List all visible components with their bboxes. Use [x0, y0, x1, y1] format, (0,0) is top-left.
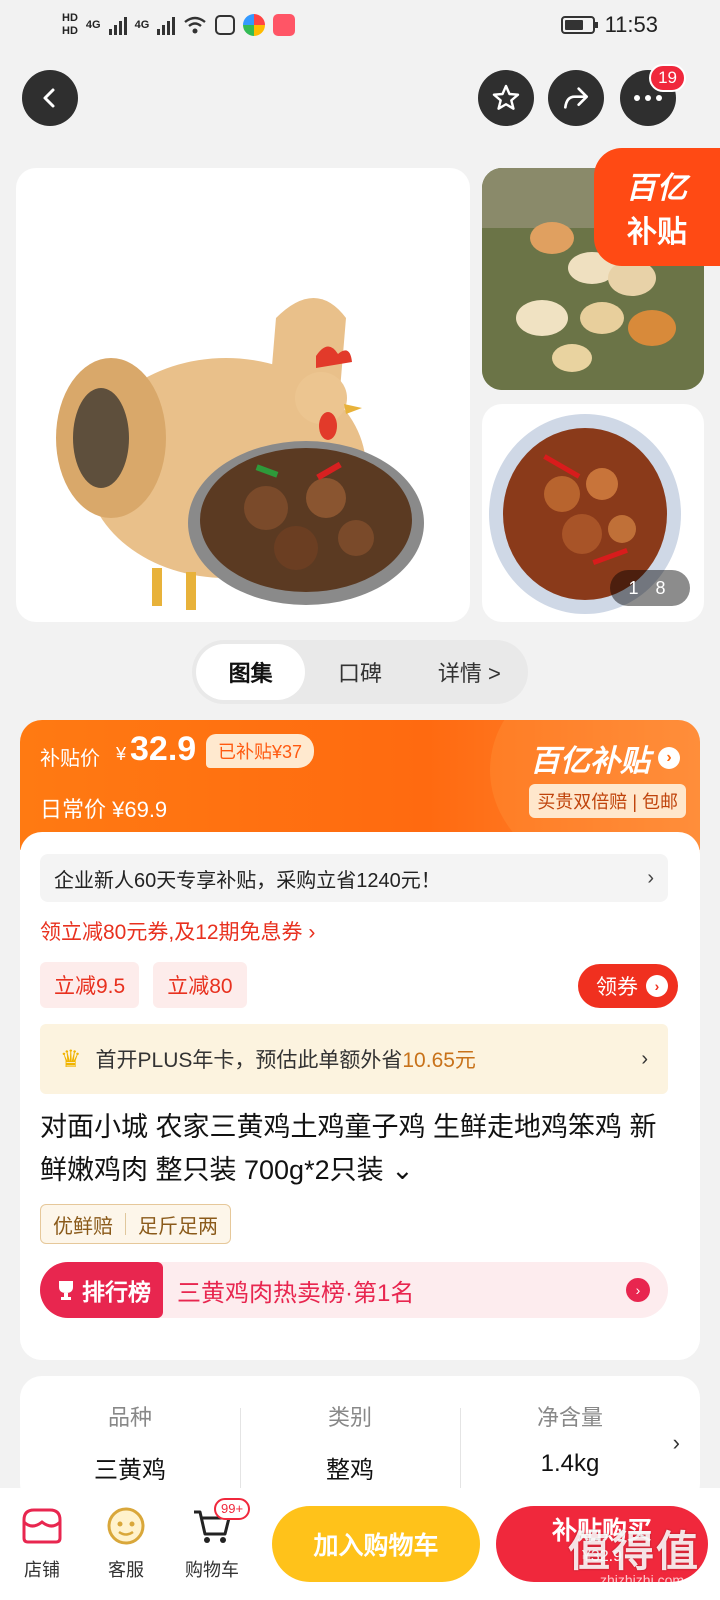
store-button[interactable]: 店铺 — [0, 1496, 84, 1582]
ranking-text: 三黄鸡肉热卖榜·第1名 — [177, 1279, 415, 1307]
daily-price: 日常价 ¥69.9 — [40, 797, 168, 822]
signal-icon — [108, 15, 127, 35]
image-pager: 1 8 — [610, 570, 690, 606]
subsidy-price-value: 32.9 — [130, 730, 197, 768]
get-coupon-button[interactable]: 领券 › — [578, 964, 678, 1008]
media-tabs: 图集 口碑 详情 > — [192, 640, 528, 704]
discount-chips: 立减9.5 立减80 — [40, 962, 247, 1008]
battery-icon — [560, 16, 598, 34]
share-button[interactable] — [548, 70, 604, 126]
chevron-right-icon: › — [626, 1278, 650, 1302]
chevron-left-icon — [43, 88, 55, 108]
customer-service-label: 客服 — [108, 1560, 144, 1580]
wifi-icon — [184, 16, 207, 34]
guarantee-tag: 买贵双倍赔 | 包邮 — [529, 784, 686, 818]
colorful-app-icon — [243, 14, 266, 36]
cart-button[interactable]: 99+ 购物车 — [170, 1496, 254, 1582]
ranking-badge-label: 排行榜 — [82, 1279, 151, 1305]
chevron-right-icon: › — [658, 747, 680, 769]
star-icon — [492, 84, 520, 110]
spec-value: 整鸡 — [326, 1457, 374, 1484]
hd-label-1: HD — [62, 12, 78, 24]
product-title[interactable]: 对面小城 农家三黄鸡土鸡童子鸡 生鲜走地鸡笨鸡 新鲜嫩鸡肉 整只装 700g*2… — [40, 1106, 670, 1192]
spec-value: 1.4kg — [540, 1450, 600, 1477]
spec-key: 净含量 — [536, 1405, 603, 1430]
gift-app-icon — [215, 15, 236, 35]
net-label-2: 4G — [134, 19, 150, 31]
message-count-badge: 19 — [649, 64, 686, 92]
add-to-cart-button[interactable]: 加入购物车 — [272, 1506, 480, 1582]
subsidy-corner-line1: 百亿 — [626, 172, 688, 205]
store-label: 店铺 — [24, 1560, 60, 1580]
net-label-1: 4G — [85, 19, 101, 31]
main-product-image[interactable] — [16, 168, 470, 622]
spec-value: 三黄鸡 — [94, 1457, 166, 1484]
status-bar: HD HD 4G 4G 11:53 — [0, 0, 720, 50]
cart-label: 购物车 — [185, 1560, 239, 1580]
more-button[interactable]: 19 — [620, 64, 686, 126]
subsidized-amount-tag: 已补贴¥37 — [206, 734, 315, 768]
service-tag: 足斤足两 — [138, 1215, 218, 1238]
more-icon — [634, 95, 662, 101]
tab-details[interactable]: 详情 > — [415, 644, 524, 700]
hd-indicator: HD HD — [62, 12, 78, 38]
discount-chip[interactable]: 立减9.5 — [40, 962, 140, 1008]
yen-symbol: ¥ — [116, 744, 127, 764]
enterprise-promo-banner[interactable]: 企业新人60天专享补贴，采购立省1240元！ › — [40, 854, 668, 902]
chevron-right-icon: › — [646, 975, 668, 997]
subsidy-corner-badge: 百亿 补贴 — [594, 148, 720, 266]
price-card: 补贴价 ¥ 32.9 已补贴¥37 日常价 ¥69.9 百亿补贴 › 买贵双倍赔… — [20, 720, 700, 1360]
status-right: 11:53 — [560, 12, 658, 38]
promo-text: 企业新人60天专享补贴，采购立省1240元！ — [54, 869, 441, 892]
watermark-logo: 值得值 — [568, 1528, 701, 1575]
chicken-image — [56, 298, 424, 610]
get-coupon-label: 领券 — [596, 976, 638, 999]
spec-item: 类别 整鸡 — [240, 1396, 460, 1485]
plus-saving-amount: 10.65元 — [402, 1049, 476, 1072]
back-button[interactable] — [22, 70, 78, 126]
favorite-button[interactable] — [478, 70, 534, 126]
spec-item: 品种 三黄鸡 — [20, 1396, 240, 1485]
ranking-badge: 排行榜 — [40, 1262, 163, 1318]
plus-membership-banner[interactable]: ♛ 首开PLUS年卡，预估此单额外省 10.65元 › — [40, 1024, 668, 1094]
spec-key: 品种 — [107, 1405, 152, 1430]
status-left: HD HD 4G 4G — [62, 12, 296, 38]
chevron-right-icon: › — [672, 1430, 680, 1455]
specs-panel[interactable]: 品种 三黄鸡 类别 整鸡 净含量 1.4kg › — [20, 1376, 700, 1506]
ranking-banner[interactable]: 排行榜 三黄鸡肉热卖榜·第1名 › — [40, 1262, 668, 1318]
service-tags[interactable]: 优鲜赔 足斤足两 — [40, 1204, 231, 1244]
price-band: 补贴价 ¥ 32.9 已补贴¥37 日常价 ¥69.9 百亿补贴 › 买贵双倍赔… — [20, 720, 700, 880]
shopping-app-icon — [273, 14, 296, 36]
cart-count-badge: 99+ — [214, 1498, 251, 1520]
chevron-right-icon: › — [641, 1047, 648, 1070]
clock: 11:53 — [604, 12, 658, 37]
tab-gallery[interactable]: 图集 — [196, 644, 306, 700]
subsidy-price-label: 补贴价 — [40, 748, 100, 770]
plus-text: 首开PLUS年卡，预估此单额外省 — [95, 1049, 403, 1072]
customer-service-button[interactable]: 客服 — [84, 1496, 168, 1582]
tab-reviews[interactable]: 口碑 — [305, 644, 414, 700]
customer-service-icon — [107, 1507, 145, 1545]
brand-label: 百亿补贴 — [530, 745, 650, 778]
discount-chip[interactable]: 立减80 — [153, 962, 247, 1008]
trophy-icon — [59, 1281, 73, 1300]
watermark-url: zhizhizhi.com — [600, 1572, 685, 1588]
store-icon — [22, 1508, 62, 1544]
crown-icon: ♛ — [60, 1045, 82, 1073]
signal-icon-2 — [157, 15, 176, 35]
coupon-link[interactable]: 领立减80元券,及12期免息券 › — [40, 916, 315, 946]
chevron-right-icon: › — [647, 866, 654, 889]
hd-label-2: HD — [62, 25, 78, 37]
billion-subsidy-brand[interactable]: 百亿补贴 › — [530, 736, 680, 780]
price-details: 企业新人60天专享补贴，采购立省1240元！ › 领立减80元券,及12期免息券… — [20, 832, 700, 1360]
subsidy-corner-line2: 补贴 — [627, 216, 687, 249]
share-icon — [564, 87, 588, 109]
service-tag: 优鲜赔 — [53, 1215, 113, 1238]
spec-key: 类别 — [327, 1405, 372, 1430]
spec-item: 净含量 1.4kg — [460, 1396, 680, 1478]
